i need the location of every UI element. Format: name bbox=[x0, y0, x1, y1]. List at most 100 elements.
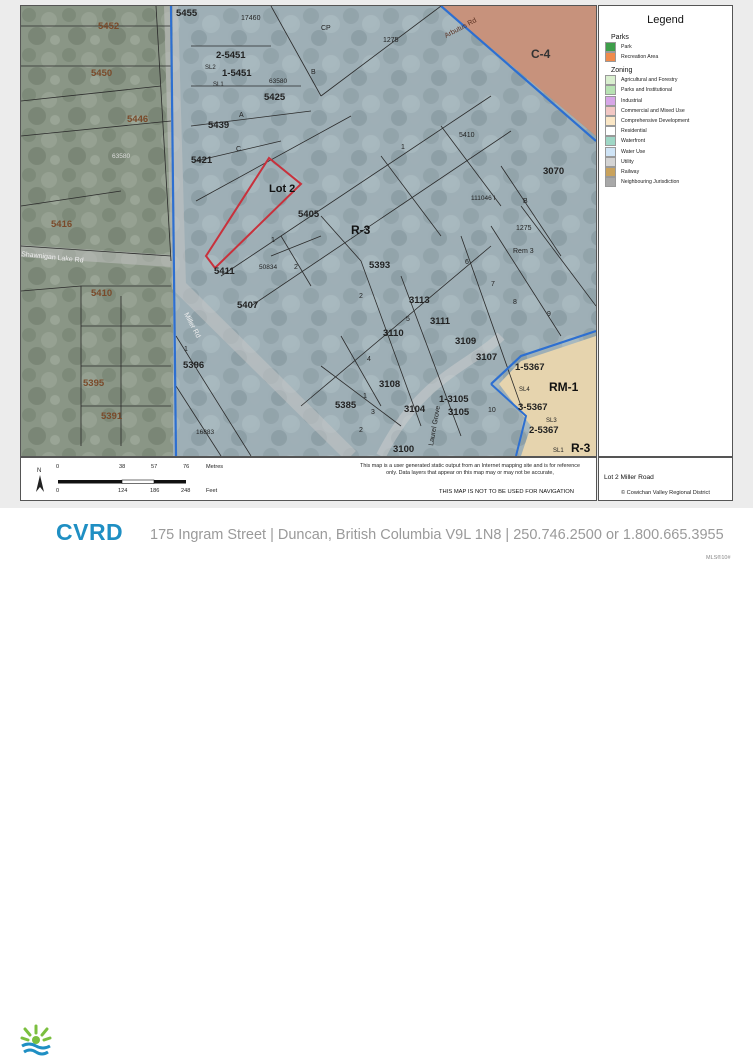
scale-bar-panel: N 0 38 57 76 Metres 0 124 186 248 Feet T… bbox=[20, 457, 597, 501]
legend-title: Legend bbox=[647, 14, 684, 26]
feet-tick: 248 bbox=[181, 488, 191, 494]
legend-item-residential: Residential bbox=[605, 126, 732, 137]
zoning-map[interactable]: 5455 17460 CP 1275 Arbutus Rd C-4 5452 5… bbox=[20, 5, 597, 457]
parcel-label: C bbox=[236, 146, 241, 153]
parcel-label: 8 bbox=[513, 299, 517, 306]
scale-segment bbox=[154, 480, 186, 484]
parcel-label: 5391 bbox=[101, 411, 123, 422]
zone-label-r3-corner: R-3 bbox=[571, 441, 591, 455]
swatch bbox=[605, 166, 616, 177]
parcel-label: 5396 bbox=[183, 360, 204, 371]
legend-section-parks: Parks bbox=[611, 34, 629, 41]
parcel-label: 1-3105 bbox=[439, 394, 469, 405]
parcel-label: 5385 bbox=[335, 400, 357, 411]
navigation-warning: THIS MAP IS NOT TO BE USED FOR NAVIGATIO… bbox=[439, 489, 574, 495]
zone-label-c4: C-4 bbox=[531, 47, 551, 61]
parcel-label: SL1 bbox=[213, 82, 224, 88]
parcel-label: 1 bbox=[401, 144, 405, 151]
swatch bbox=[605, 177, 616, 188]
map-caption-credit: © Cowichan Valley Regional District bbox=[621, 490, 710, 496]
parcel-label: SL4 bbox=[519, 387, 530, 393]
parcel-label: 1 bbox=[363, 393, 367, 400]
parcel-label: 1275 bbox=[516, 225, 532, 232]
parcel-label: 9 bbox=[547, 311, 551, 318]
parcel-label: 5411 bbox=[214, 266, 235, 277]
parcel-label: Rem 3 bbox=[513, 248, 534, 255]
parcel-label: 1-5367 bbox=[515, 362, 545, 373]
parcel-label: 6 bbox=[465, 259, 469, 266]
legend-item-commercial: Commercial and Mixed Use bbox=[605, 105, 732, 116]
parcel-label: 1 bbox=[184, 346, 188, 353]
legend-item-recreation: Recreation Area bbox=[605, 52, 732, 63]
parcel-label: 3108 bbox=[379, 379, 400, 390]
metres-tick: 38 bbox=[119, 464, 126, 470]
parcel-label: 3070 bbox=[543, 166, 564, 177]
parcel-label: 7 bbox=[491, 281, 495, 288]
parcel-label: 3105 bbox=[448, 407, 470, 418]
legend-item-waterfront: Waterfront bbox=[605, 136, 732, 147]
parcel-label: 5 bbox=[406, 316, 410, 323]
parcel-label: 3104 bbox=[404, 404, 426, 415]
north-label: N bbox=[37, 468, 41, 474]
zone-label-rm1: RM-1 bbox=[549, 380, 579, 394]
swatch bbox=[605, 41, 616, 52]
legend-item-neighbouring: Neighbouring Jurisdiction bbox=[605, 177, 732, 188]
swatch bbox=[605, 136, 616, 147]
parcel-label: 3 bbox=[371, 409, 375, 416]
parcel-label: 2-5451 bbox=[216, 50, 246, 61]
parcel-label: 5405 bbox=[298, 209, 320, 220]
parcel-label: 4 bbox=[367, 356, 371, 363]
cvrd-logo-text: CVRD bbox=[56, 519, 124, 545]
parcel-label: 1 bbox=[271, 237, 275, 244]
legend-item-water-use: Water Use bbox=[605, 146, 732, 157]
parcel-label: 5407 bbox=[237, 300, 258, 311]
metres-unit: Metres bbox=[206, 464, 224, 470]
footer-address: 175 Ingram Street | Duncan, British Colu… bbox=[150, 527, 724, 543]
legend-section-zoning: Zoning bbox=[611, 67, 633, 75]
metres-tick: 0 bbox=[56, 464, 60, 470]
parcel-label: 3100 bbox=[393, 444, 414, 455]
parcel-label: 5416 bbox=[51, 219, 72, 230]
parcel-label: 3111 bbox=[430, 316, 451, 327]
metres-tick: 76 bbox=[183, 464, 190, 470]
parcel-label: SL3 bbox=[546, 418, 557, 424]
legend-item-parks-institutional: Parks and Institutional bbox=[605, 85, 732, 96]
parcel-label: 5425 bbox=[264, 92, 286, 103]
swatch bbox=[605, 85, 616, 96]
feet-tick: 0 bbox=[56, 488, 60, 494]
parcel-label: A bbox=[239, 112, 244, 119]
parcel-label: 17460 bbox=[241, 15, 261, 22]
parcel-label: 63580 bbox=[112, 153, 130, 160]
scale-bar-graphic: N bbox=[36, 468, 186, 492]
parcel-label: 5452 bbox=[98, 21, 119, 32]
parcel-label: 5410 bbox=[91, 288, 112, 299]
swatch bbox=[605, 116, 616, 127]
parcel-label: 63580 bbox=[269, 78, 287, 85]
north-arrow-icon bbox=[36, 475, 44, 492]
parcel-label: 1-5451 bbox=[222, 68, 252, 79]
parcel-label: 5450 bbox=[91, 68, 112, 79]
map-legend: Legend Parks Park Recreation Area Zoning… bbox=[598, 5, 733, 457]
legend-item-park: Park bbox=[605, 41, 732, 52]
parcel-label: SL1 bbox=[553, 448, 564, 454]
parcel-label: 5395 bbox=[83, 378, 105, 389]
swatch bbox=[605, 95, 616, 106]
legend-item-comprehensive: Comprehensive Development bbox=[605, 116, 732, 127]
parcel-label: 3113 bbox=[409, 295, 430, 306]
parcel-label: SL2 bbox=[205, 65, 216, 71]
parcel-label: 5421 bbox=[191, 155, 213, 166]
swatch bbox=[605, 156, 616, 167]
subject-lot-label[interactable]: Lot 2 bbox=[269, 183, 295, 195]
parcel-label: 3-5367 bbox=[518, 402, 548, 413]
feet-tick: 124 bbox=[118, 488, 128, 494]
swatch bbox=[605, 146, 616, 157]
parcel-label: B bbox=[523, 198, 528, 205]
feet-unit: Feet bbox=[206, 488, 218, 494]
parcel-label: 111046 I bbox=[471, 195, 496, 202]
parcel-label: 10 bbox=[488, 407, 496, 414]
parcel-label: 2 bbox=[294, 264, 298, 271]
swatch bbox=[605, 105, 616, 116]
parcel-label: 2 bbox=[359, 427, 363, 434]
parcel-label: 5410 bbox=[459, 132, 475, 139]
parcel-label: B bbox=[311, 69, 316, 76]
